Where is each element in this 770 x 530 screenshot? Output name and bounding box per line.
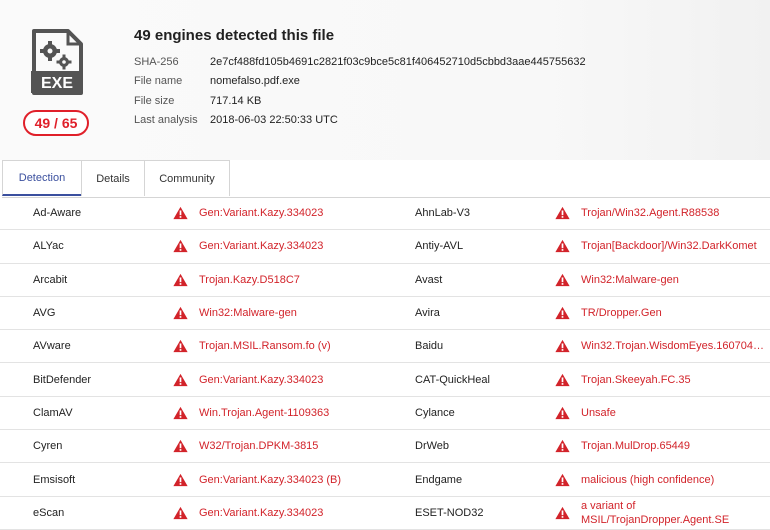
detection-result: Trojan.Kazy.D518C7	[199, 273, 300, 286]
table-row: eScan Gen:Variant.Kazy.334023 ESET-NOD32 …	[0, 497, 770, 530]
engine-name: Ad-Aware	[33, 207, 82, 220]
meta-key: Last analysis	[134, 114, 198, 127]
table-row: BitDefender Gen:Variant.Kazy.334023 CAT-Q…	[0, 363, 770, 397]
meta-row-last-analysis: Last analysis 2018-06-03 22:50:33 UTC	[134, 111, 586, 131]
detection-table: Ad-Aware Gen:Variant.Kazy.334023 AhnLab-V…	[0, 197, 770, 530]
detection-result: Trojan[Backdoor]/Win32.DarkKomet	[581, 240, 757, 253]
meta-value: 717.14 KB	[210, 94, 262, 107]
detection-result: Gen:Variant.Kazy.334023	[199, 207, 324, 220]
tab-bar: Detection Details Community	[2, 160, 770, 198]
file-type-label: EXE	[41, 75, 73, 92]
detection-score-badge: 49 / 65	[23, 110, 89, 136]
warning-icon	[173, 240, 188, 253]
tab-details[interactable]: Details	[81, 160, 145, 196]
warning-icon	[173, 207, 188, 220]
detection-result: Win32:Malware-gen	[199, 307, 297, 320]
detection-result: W32/Trojan.DPKM-3815	[199, 440, 319, 453]
warning-icon	[173, 273, 188, 286]
tab-community[interactable]: Community	[144, 160, 230, 196]
exe-file-gears-icon: EXE	[31, 29, 83, 95]
engine-name: Baidu	[415, 340, 444, 353]
detection-result: Trojan.Skeeyah.FC.35	[581, 373, 691, 386]
engine-name: Endgame	[415, 473, 463, 486]
engine-name: CAT-QuickHeal	[415, 373, 490, 386]
engine-name: BitDefender	[33, 373, 92, 386]
meta-row-file-size: File size 717.14 KB	[134, 91, 586, 111]
file-metadata: SHA-256 2e7cf488fd105b4691c2821f03c9bce5…	[134, 52, 586, 130]
engine-name: eScan	[33, 506, 65, 519]
meta-row-sha256: SHA-256 2e7cf488fd105b4691c2821f03c9bce5…	[134, 52, 586, 72]
meta-value: 2e7cf488fd105b4691c2821f03c9bce5c81f4064…	[210, 55, 586, 68]
warning-icon	[555, 240, 570, 253]
table-row: Cyren W32/Trojan.DPKM-3815 DrWeb Trojan.M…	[0, 430, 770, 464]
warning-icon	[173, 306, 188, 320]
detection-result: Trojan/Win32.Agent.R88538	[581, 207, 720, 220]
detection-result: TR/Dropper.Gen	[581, 307, 662, 320]
tab-detection[interactable]: Detection	[2, 160, 82, 196]
detection-result: Win32.Trojan.WisdomEyes.16070401....	[581, 340, 768, 353]
warning-icon	[555, 373, 570, 386]
detection-result: Win32:Malware-gen	[581, 273, 679, 286]
meta-key: File size	[134, 94, 175, 107]
file-summary-header: EXE 49 / 65 49 engines detected this fil…	[0, 0, 770, 160]
warning-icon	[173, 440, 188, 453]
warning-icon	[555, 473, 570, 486]
meta-key: SHA-256	[134, 55, 179, 68]
detection-result: Trojan.MulDrop.65449	[581, 440, 691, 453]
warning-icon	[173, 473, 188, 486]
table-row: Emsisoft Gen:Variant.Kazy.334023 (B) Endg…	[0, 463, 770, 497]
warning-icon	[555, 506, 570, 519]
table-row: Ad-Aware Gen:Variant.Kazy.334023 AhnLab-V…	[0, 197, 770, 231]
engine-name: AVware	[33, 340, 71, 353]
table-row: ClamAV Win.Trojan.Agent-1109363 Cylance U…	[0, 397, 770, 431]
engine-name: DrWeb	[415, 440, 450, 453]
warning-icon	[173, 340, 188, 353]
page-title: 49 engines detected this file	[134, 27, 335, 44]
detection-result: Gen:Variant.Kazy.334023 (B)	[199, 473, 342, 486]
warning-icon	[173, 373, 188, 386]
table-row: AVware Trojan.MSIL.Ransom.fo (v) Baidu Wi…	[0, 330, 770, 364]
engine-name: Avira	[415, 307, 440, 320]
detection-result: a variant of MSIL/TrojanDropper.Agent.SE	[581, 499, 730, 526]
engine-name: AVG	[33, 307, 56, 320]
engine-name: Emsisoft	[33, 473, 76, 486]
meta-row-file-name: File name nomefalso.pdf.exe	[134, 72, 586, 92]
meta-value: nomefalso.pdf.exe	[210, 75, 300, 88]
engine-name: ALYac	[33, 240, 64, 253]
engine-name: Arcabit	[33, 273, 68, 286]
detection-result: Trojan.MSIL.Ransom.fo (v)	[199, 340, 331, 353]
meta-value: 2018-06-03 22:50:33 UTC	[210, 114, 338, 127]
engine-name: ESET-NOD32	[415, 506, 484, 519]
engine-name: ClamAV	[33, 406, 73, 419]
warning-icon	[555, 340, 570, 353]
table-row: ALYac Gen:Variant.Kazy.334023 Antiy-AVL T…	[0, 230, 770, 264]
table-row: Arcabit Trojan.Kazy.D518C7 Avast Win32:Ma…	[0, 264, 770, 297]
engine-name: Antiy-AVL	[415, 240, 464, 253]
warning-icon	[173, 406, 188, 420]
engine-name: Avast	[415, 273, 443, 286]
detection-result: Gen:Variant.Kazy.334023	[199, 506, 324, 519]
table-row: AVG Win32:Malware-gen Avira TR/Dropper.Ge…	[0, 297, 770, 331]
engine-name: Cyren	[33, 440, 63, 453]
detection-result: malicious (high confidence)	[581, 473, 715, 486]
warning-icon	[555, 273, 570, 286]
engine-name: AhnLab-V3	[415, 207, 471, 220]
detection-result: Win.Trojan.Agent-1109363	[199, 406, 330, 419]
detection-result: Gen:Variant.Kazy.334023	[199, 373, 324, 386]
detection-result: Unsafe	[581, 406, 616, 419]
engine-name: Cylance	[415, 406, 455, 419]
warning-icon	[555, 440, 570, 453]
detection-result: Gen:Variant.Kazy.334023	[199, 240, 324, 253]
warning-icon	[555, 306, 570, 320]
meta-key: File name	[134, 75, 183, 88]
warning-icon	[555, 406, 570, 420]
warning-icon	[555, 207, 570, 220]
warning-icon	[173, 506, 188, 519]
